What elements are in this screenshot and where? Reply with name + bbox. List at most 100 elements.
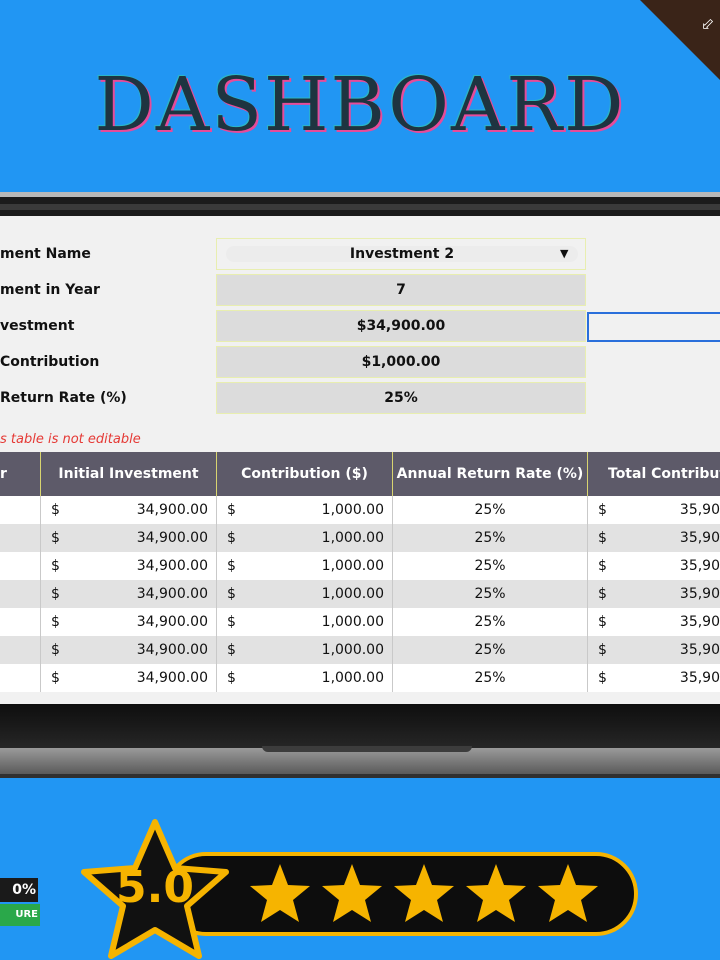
cell-contribution: $1,000.00 xyxy=(217,524,393,552)
cell-return-rate: 25% xyxy=(393,552,588,580)
header-total-contribution: Total Contributi xyxy=(608,466,720,482)
cell-return-rate: 25% xyxy=(393,664,588,692)
table-row: $34,900.00 $1,000.00 25% $35,90 xyxy=(0,524,720,552)
cell-value: 1,000.00 xyxy=(321,642,384,658)
cell-contribution: $1,000.00 xyxy=(217,496,393,524)
cell-initial-investment: $34,900.00 xyxy=(41,580,217,608)
cell-value: 34,900.00 xyxy=(136,670,208,686)
currency-symbol: $ xyxy=(598,670,607,686)
laptop-keyboard xyxy=(0,704,720,748)
cell-year xyxy=(0,524,41,552)
header-return-rate: Annual Return Rate (%) xyxy=(393,452,588,496)
initial-investment-value: $34,900.00 xyxy=(216,310,586,342)
table-row: $34,900.00 $1,000.00 25% $35,90 xyxy=(0,636,720,664)
cell-return-rate: 25% xyxy=(393,608,588,636)
currency-symbol: $ xyxy=(51,642,60,658)
table-row: $34,900.00 $1,000.00 25% $35,90 xyxy=(0,580,720,608)
cell-return-rate: 25% xyxy=(393,580,588,608)
cell-total-contribution: $35,90 xyxy=(588,608,720,636)
laptop-base xyxy=(0,748,720,778)
cell-value: 35,90 xyxy=(679,530,720,546)
laptop-notch xyxy=(262,746,472,752)
star-icon xyxy=(466,864,526,922)
cell-year xyxy=(0,580,41,608)
cell-value: 35,90 xyxy=(679,502,720,518)
cell-initial-investment: $34,900.00 xyxy=(41,608,217,636)
cell-value: 34,900.00 xyxy=(136,558,208,574)
form-label: Contribution xyxy=(0,354,100,370)
cell-total-contribution: $35,90 xyxy=(588,580,720,608)
table-row: $34,900.00 $1,000.00 25% $35,90 xyxy=(0,664,720,692)
form-label: vestment xyxy=(0,318,75,334)
star-icon xyxy=(394,864,454,922)
cell-value: 34,900.00 xyxy=(136,502,208,518)
currency-symbol: $ xyxy=(598,586,607,602)
cell-initial-investment: $34,900.00 xyxy=(41,524,217,552)
cell-initial-investment: $34,900.00 xyxy=(41,636,217,664)
dropdown-value: Investment 2 xyxy=(349,246,455,262)
cell-contribution: $1,000.00 xyxy=(217,664,393,692)
table-row: $34,900.00 $1,000.00 25% $35,90 xyxy=(0,608,720,636)
cell-value: 35,90 xyxy=(679,558,720,574)
cell-value: 35,90 xyxy=(679,586,720,602)
cell-value: 1,000.00 xyxy=(321,502,384,518)
star-icon xyxy=(322,864,382,922)
cell-year xyxy=(0,608,41,636)
cell-year xyxy=(0,636,41,664)
chevron-down-icon[interactable]: ▼ xyxy=(560,238,568,270)
table-row: $34,900.00 $1,000.00 25% $35,90 xyxy=(0,552,720,580)
currency-symbol: $ xyxy=(227,670,236,686)
page-title: DASHBOARD xyxy=(94,62,626,148)
cell-year xyxy=(0,552,41,580)
star-icon xyxy=(250,864,310,922)
cell-value: 35,90 xyxy=(679,670,720,686)
cell-value: 1,000.00 xyxy=(321,586,384,602)
currency-symbol: $ xyxy=(51,586,60,602)
rating-score: 5.0 xyxy=(116,862,194,913)
form-label: ment in Year xyxy=(0,282,100,298)
header-initial-investment: Initial Investment xyxy=(41,452,217,496)
cell-return-rate: 25% xyxy=(393,636,588,664)
cell-value: 34,900.00 xyxy=(136,530,208,546)
cell-value: 34,900.00 xyxy=(136,586,208,602)
cell-total-contribution: $35,90 xyxy=(588,496,720,524)
cell-value: 34,900.00 xyxy=(136,614,208,630)
cell-total-contribution: $35,90 xyxy=(588,524,720,552)
investment-year-value: 7 xyxy=(216,274,586,306)
guarantee-badge-percent: 0% xyxy=(0,878,38,902)
currency-symbol: $ xyxy=(51,670,60,686)
cell-contribution: $1,000.00 xyxy=(217,608,393,636)
currency-symbol: $ xyxy=(227,502,236,518)
cell-value: 1,000.00 xyxy=(321,558,384,574)
cell-value: 1,000.00 xyxy=(321,530,384,546)
form-row-investment-name: ment Name Investment 2 ▼ xyxy=(0,238,720,270)
form-row-contribution: Contribution $1,000.00 xyxy=(0,346,720,378)
cell-value: 35,90 xyxy=(679,642,720,658)
cell-initial-investment: $34,900.00 xyxy=(41,664,217,692)
cell-value: 34,900.00 xyxy=(136,642,208,658)
currency-symbol: $ xyxy=(51,558,60,574)
selected-cell[interactable] xyxy=(587,312,720,342)
currency-symbol: $ xyxy=(598,502,607,518)
cell-total-contribution: $35,90 xyxy=(588,664,720,692)
not-editable-note: s table is not editable xyxy=(0,432,141,447)
cell-initial-investment: $34,900.00 xyxy=(41,496,217,524)
table-row: $34,900.00 $1,000.00 25% $35,90 xyxy=(0,496,720,524)
currency-symbol: $ xyxy=(598,558,607,574)
form-row-return-rate: Return Rate (%) 25% xyxy=(0,382,720,414)
laptop-bezel xyxy=(0,204,720,210)
form-label: Return Rate (%) xyxy=(0,390,127,406)
spreadsheet-screen: ment Name Investment 2 ▼ ment in Year 7 … xyxy=(0,216,720,704)
form-row-investment-year: ment in Year 7 xyxy=(0,274,720,306)
currency-symbol: $ xyxy=(51,614,60,630)
cell-contribution: $1,000.00 xyxy=(217,552,393,580)
cell-contribution: $1,000.00 xyxy=(217,636,393,664)
cell-value: 1,000.00 xyxy=(321,670,384,686)
cell-year xyxy=(0,664,41,692)
currency-symbol: $ xyxy=(227,530,236,546)
star-icon xyxy=(538,864,598,922)
return-rate-value: 25% xyxy=(216,382,586,414)
currency-symbol: $ xyxy=(598,614,607,630)
currency-symbol: $ xyxy=(227,586,236,602)
cell-total-contribution: $35,90 xyxy=(588,552,720,580)
